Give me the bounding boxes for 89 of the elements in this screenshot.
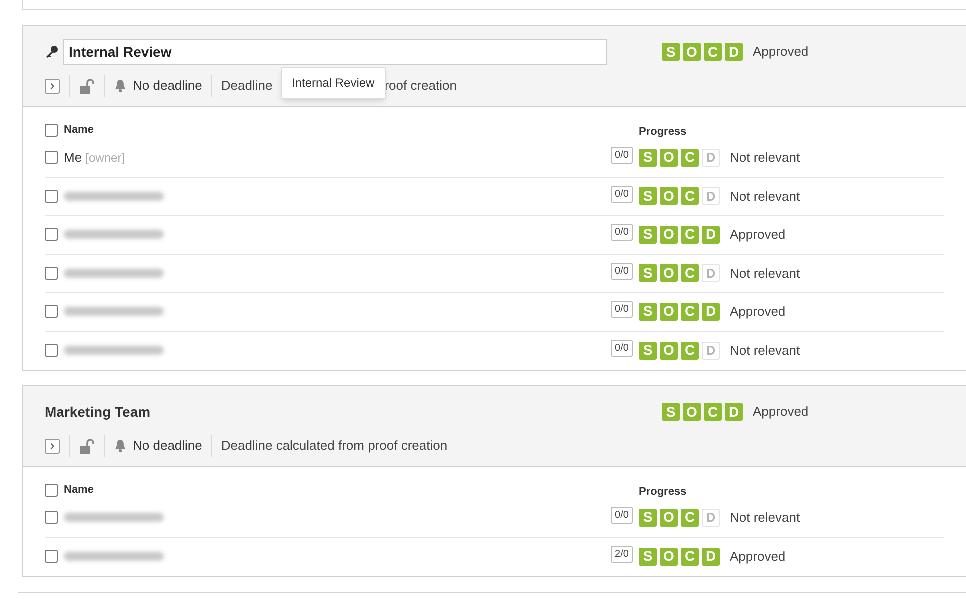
checkbox[interactable]: [45, 344, 58, 358]
checkbox[interactable]: [45, 228, 58, 242]
comment-count: 2/0: [611, 546, 633, 564]
bell-icon[interactable]: [114, 439, 127, 453]
deadline-note: Deadline calculated from proof creation: [221, 437, 448, 456]
status-badge: S: [639, 226, 657, 244]
column-header: Name: [64, 122, 94, 138]
comment-count: 0/0: [611, 262, 633, 280]
status-badge: O: [660, 508, 678, 527]
title-input[interactable]: Internal Review: [63, 39, 607, 65]
deadline-text: No deadline: [133, 437, 202, 456]
checkbox[interactable]: [45, 124, 58, 136]
status-badge: O: [660, 342, 678, 360]
status-text: Approved: [730, 226, 786, 244]
comment-count: 0/0: [611, 186, 633, 203]
status-badge: O: [660, 548, 678, 566]
status-badge: S: [639, 302, 657, 321]
chevron-icon: [49, 442, 56, 450]
column-header: Progress: [639, 484, 687, 500]
checkbox[interactable]: [45, 484, 58, 496]
status-text: Approved: [753, 43, 809, 62]
status-text: Not relevant: [730, 149, 800, 167]
checkbox[interactable]: [45, 511, 58, 524]
status-text: Approved: [730, 303, 786, 321]
column-header: Progress: [639, 124, 687, 140]
chevron-icon: [49, 82, 56, 90]
status-badge: S: [639, 548, 657, 566]
deadline-text: No deadline: [133, 77, 202, 96]
member-name: Me [owner]: [64, 149, 126, 167]
status-badge: D: [725, 403, 743, 421]
status-badge: D: [702, 264, 720, 282]
status-badge: C: [681, 508, 699, 527]
checkbox[interactable]: [45, 190, 58, 203]
status-badge: D: [702, 187, 720, 206]
status-badge: S: [662, 43, 680, 61]
status-badge: C: [681, 148, 699, 167]
status-badge: C: [681, 302, 699, 321]
status-badge: S: [639, 508, 657, 527]
status-badge: D: [702, 226, 720, 244]
group-title: Marketing Team: [45, 402, 151, 422]
status-badge: D: [725, 43, 743, 61]
status-text: Not relevant: [730, 264, 800, 282]
status-badge: D: [702, 508, 720, 527]
checkbox[interactable]: [45, 266, 58, 280]
status-text: Not relevant: [730, 509, 800, 527]
status-badge: O: [683, 43, 701, 61]
status-badge: O: [683, 403, 701, 421]
expand-button[interactable]: [45, 438, 60, 454]
status-badge: C: [681, 548, 699, 566]
unlocked-padlock-icon[interactable]: [79, 78, 95, 94]
status-badge: D: [702, 302, 720, 321]
comment-count: 0/0: [611, 147, 633, 164]
status-badge: C: [704, 43, 722, 61]
status-badge: C: [681, 264, 699, 282]
unlocked-padlock-icon[interactable]: [79, 438, 95, 454]
status-badge: D: [702, 342, 720, 360]
status-badge: O: [660, 187, 678, 206]
status-text: Not relevant: [730, 188, 800, 206]
key-icon: [45, 45, 59, 59]
status-badge: O: [660, 226, 678, 244]
comment-count: 0/0: [611, 507, 633, 524]
checkbox[interactable]: [45, 305, 58, 318]
status-text: Approved: [730, 548, 786, 566]
status-badge: O: [660, 148, 678, 167]
status-badge: S: [662, 403, 680, 421]
status-badge: C: [681, 226, 699, 244]
status-badge: S: [639, 187, 657, 206]
status-badge: O: [660, 302, 678, 321]
status-badge: C: [681, 342, 699, 360]
status-badge: S: [639, 264, 657, 282]
status-badge: C: [704, 403, 722, 421]
status-text: Approved: [753, 403, 809, 422]
tooltip: Internal Review: [281, 67, 386, 99]
status-badge: D: [702, 548, 720, 566]
comment-count: 0/0: [611, 301, 633, 318]
checkbox[interactable]: [45, 151, 58, 164]
comment-count: 0/0: [611, 224, 633, 242]
comment-count: 0/0: [611, 340, 633, 358]
status-badge: O: [660, 264, 678, 282]
column-header: Name: [64, 482, 94, 498]
status-badge: S: [639, 342, 657, 360]
status-badge: S: [639, 148, 657, 167]
deadline-note: Deadline: [221, 77, 273, 96]
expand-button[interactable]: [45, 78, 60, 94]
status-text: Not relevant: [730, 342, 800, 360]
bell-icon[interactable]: [114, 79, 127, 93]
status-badge: D: [702, 148, 720, 167]
status-badge: C: [681, 187, 699, 206]
checkbox[interactable]: [45, 550, 58, 564]
